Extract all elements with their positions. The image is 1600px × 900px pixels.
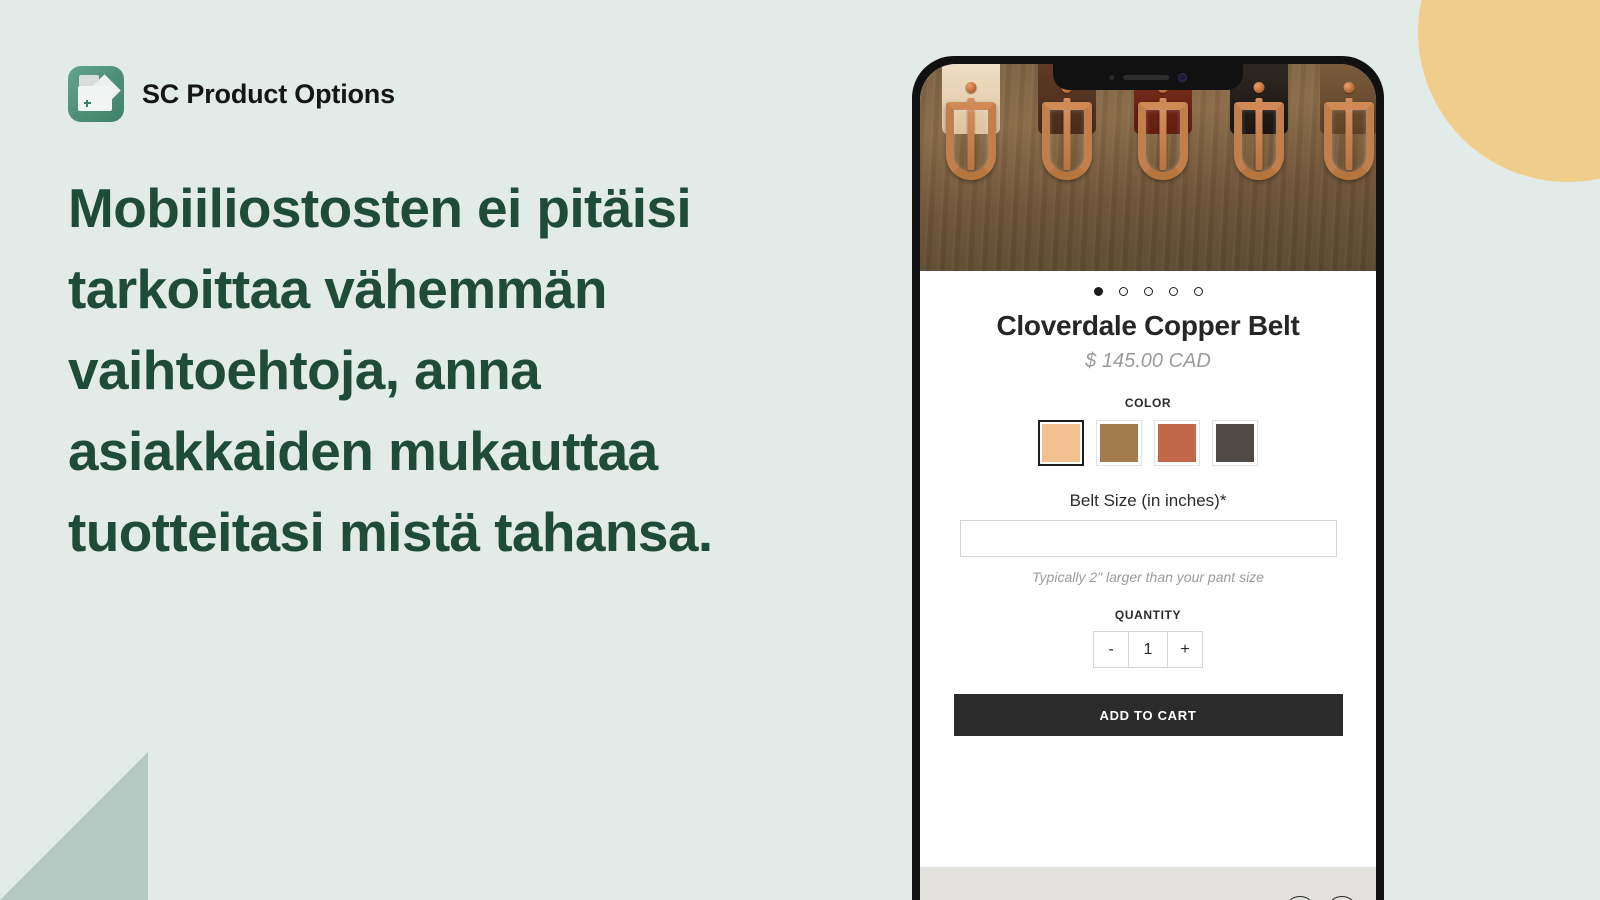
- shopping-cart-icon[interactable]: [1326, 895, 1358, 900]
- store-bottom-navbar: YOUR BRAND: [920, 867, 1376, 900]
- gallery-dots: [936, 287, 1360, 296]
- phone-notch: [1053, 64, 1243, 90]
- color-swatch-rust-copper[interactable]: [1154, 420, 1200, 466]
- product-detail-panel: Cloverdale Copper Belt $ 145.00 CAD COLO…: [920, 271, 1376, 900]
- phone-screen: Cloverdale Copper Belt $ 145.00 CAD COLO…: [920, 64, 1376, 900]
- decorative-triangle: [0, 752, 148, 900]
- belt-size-input[interactable]: [959, 520, 1337, 557]
- color-swatch-group: [936, 420, 1360, 466]
- logo-plus-icon: [81, 97, 93, 109]
- belt-size-label: Belt Size (in inches)*: [1069, 491, 1227, 510]
- belt-size-help-text: Typically 2" larger than your pant size: [1032, 569, 1264, 585]
- belt-item: [1320, 64, 1376, 180]
- swatch-chip: [1158, 424, 1196, 462]
- gallery-dot-5[interactable]: [1193, 287, 1203, 296]
- speaker-grille-icon: [1123, 74, 1169, 80]
- quantity-label: QUANTITY: [1114, 608, 1182, 622]
- product-price: $ 145.00 CAD: [1085, 350, 1211, 372]
- swatch-chip: [1042, 424, 1080, 462]
- color-option-label: COLOR: [1124, 396, 1172, 410]
- gallery-dot-2[interactable]: [1118, 287, 1128, 296]
- product-gallery-image[interactable]: [920, 64, 1376, 271]
- color-swatch-medium-brown[interactable]: [1096, 420, 1142, 466]
- product-title: Cloverdale Copper Belt: [996, 310, 1300, 341]
- quantity-value[interactable]: 1: [1128, 632, 1168, 667]
- navbar-icon-group: [1284, 895, 1358, 900]
- quantity-stepper-wrap: - 1 +: [936, 631, 1360, 668]
- phone-mockup: Cloverdale Copper Belt $ 145.00 CAD COLO…: [912, 56, 1384, 900]
- color-swatch-charcoal-gray[interactable]: [1212, 420, 1258, 466]
- brand-header: SC Product Options: [68, 66, 848, 122]
- gallery-dot-3[interactable]: [1143, 287, 1153, 296]
- left-content-column: SC Product Options Mobiiliostosten ei pi…: [68, 66, 848, 573]
- swatch-chip: [1216, 424, 1254, 462]
- quantity-stepper: - 1 +: [1093, 631, 1203, 668]
- search-icon[interactable]: [1284, 895, 1316, 900]
- quantity-increment-button[interactable]: +: [1168, 632, 1202, 667]
- brand-name: SC Product Options: [142, 78, 395, 109]
- belt-item: [942, 64, 1000, 180]
- gallery-dot-1[interactable]: [1093, 287, 1103, 296]
- page-headline: Mobiiliostosten ei pitäisi tarkoittaa vä…: [68, 177, 713, 563]
- color-swatch-natural-tan[interactable]: [1038, 420, 1084, 466]
- decorative-circle: [1418, 0, 1600, 182]
- swatch-chip: [1100, 424, 1138, 462]
- store-brand-name: YOUR BRAND: [972, 896, 1284, 900]
- proximity-sensor-icon: [1109, 74, 1114, 80]
- front-camera-icon: [1178, 72, 1187, 82]
- product-options-logo-icon: [68, 66, 124, 122]
- quantity-decrement-button[interactable]: -: [1094, 632, 1128, 667]
- gallery-dot-4[interactable]: [1168, 287, 1178, 296]
- add-to-cart-button[interactable]: ADD TO CART: [953, 694, 1343, 736]
